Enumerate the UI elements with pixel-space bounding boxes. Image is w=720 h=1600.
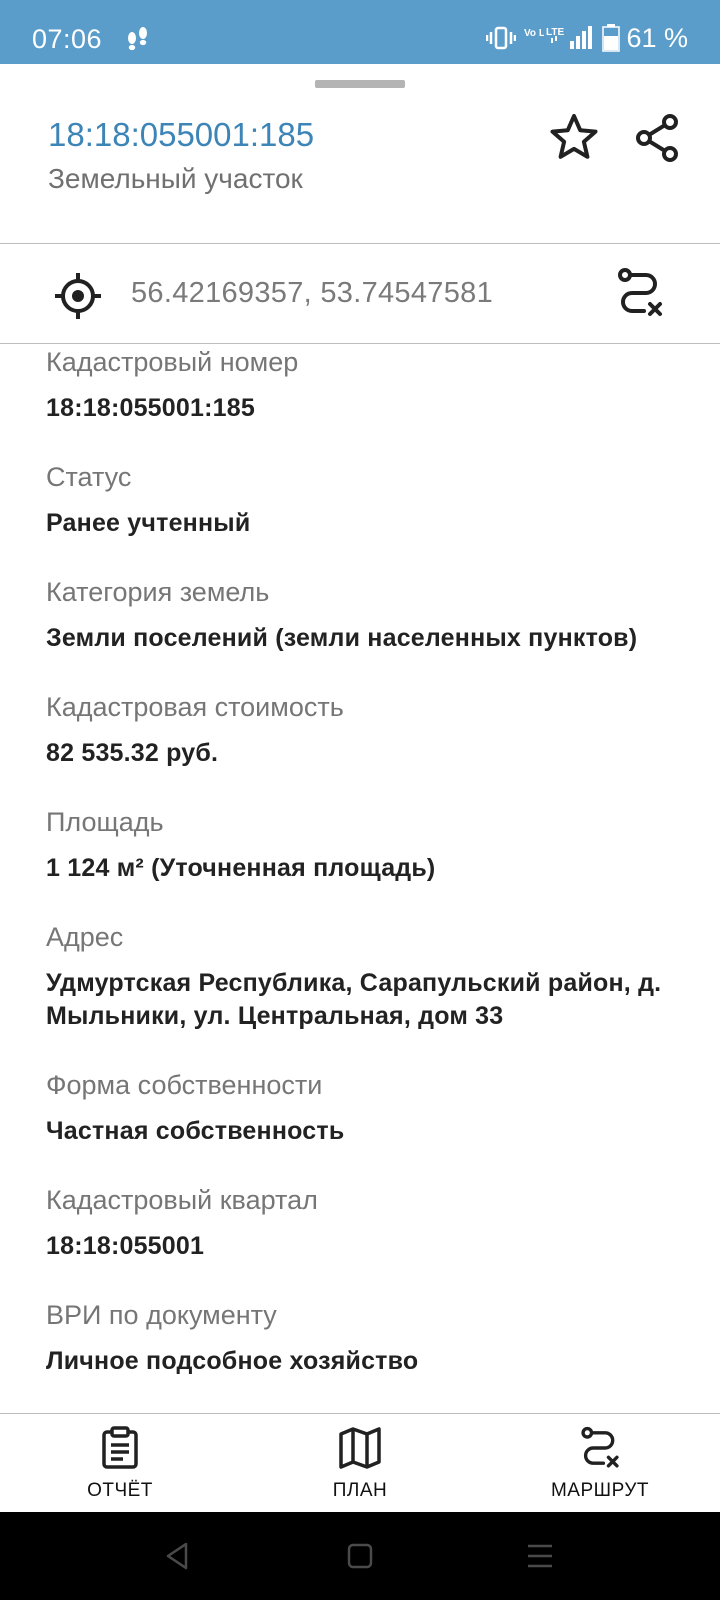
detail-cadastral-cost: Кадастровая стоимость 82 535.32 руб.: [46, 691, 706, 770]
detail-cadastral-number: Кадастровый номер 18:18:055001:185: [46, 346, 706, 425]
report-button[interactable]: ОТЧЁТ: [40, 1426, 200, 1502]
detail-label: Кадастровая стоимость: [46, 692, 344, 722]
detail-permitted-use: ВРИ по документу Личное подсобное хозяйс…: [46, 1299, 706, 1378]
detail-value: 1 124 м² (Уточненная площадь): [46, 854, 436, 882]
report-label: ОТЧЁТ: [87, 1480, 153, 1501]
detail-value: 18:18:055001: [46, 1232, 205, 1260]
header-divider: [0, 243, 720, 244]
detail-label: Кадастровый номер: [46, 347, 299, 377]
detail-label: ВРИ по документу: [46, 1300, 277, 1330]
object-type-subtitle: Земельный участок: [48, 163, 303, 194]
clipboard-report-icon: [102, 1426, 138, 1469]
detail-address: Адрес Удмуртская Республика, Сарапульски…: [46, 921, 706, 1033]
status-time: 07:06: [32, 24, 103, 54]
route-button[interactable]: МАРШРУТ: [520, 1426, 680, 1502]
status-indicators: Vo LTE LTE 61 %: [486, 22, 688, 54]
route-remove-icon[interactable]: [614, 267, 666, 319]
detail-label: Категория земель: [46, 577, 270, 607]
crosshair-icon[interactable]: [52, 270, 104, 322]
volte-label: Vo LTE: [524, 28, 544, 39]
volte-icon: Vo LTE: [524, 28, 544, 39]
plan-label: ПЛАН: [332, 1480, 388, 1501]
detail-value: 18:18:055001:185: [46, 394, 255, 422]
detail-value: Ранее учтенный: [46, 509, 251, 537]
detail-value: Частная собственность: [46, 1117, 345, 1145]
detail-ownership-form: Форма собственности Частная собственност…: [46, 1069, 706, 1148]
plan-button[interactable]: ПЛАН: [280, 1426, 440, 1502]
detail-land-category: Категория земель Земли поселений (земли …: [46, 576, 706, 655]
detail-value: 82 535.32 руб.: [46, 739, 219, 767]
star-outline-icon[interactable]: [548, 112, 600, 164]
recents-lines-icon[interactable]: [524, 1540, 556, 1572]
sheet-drag-handle[interactable]: [315, 80, 405, 88]
home-square-icon[interactable]: [344, 1540, 376, 1572]
detail-label: Площадь: [46, 807, 164, 837]
detail-label: Статус: [46, 462, 132, 492]
vibrate-icon: [486, 26, 517, 50]
route-remove-icon: [581, 1426, 619, 1468]
bottom-action-bar: ОТЧЁТ ПЛАН МАРШРУТ: [0, 1413, 720, 1512]
details-list: Кадастровый номер 18:18:055001:185 Стату…: [46, 346, 706, 1414]
footsteps-icon: [128, 27, 147, 51]
back-triangle-icon[interactable]: [162, 1540, 194, 1572]
map-icon: [339, 1427, 381, 1469]
detail-value: Личное подсобное хозяйство: [46, 1347, 419, 1375]
battery-percent: 61 %: [626, 22, 688, 53]
detail-status: Статус Ранее учтенный: [46, 461, 706, 540]
battery-icon: [602, 24, 621, 52]
lte-signal-icon: LTE: [546, 26, 593, 49]
detail-value: Удмуртская Республика, Сарапульский райо…: [46, 969, 662, 1030]
status-bar: 07:06 Vo LTE LTE 61 %: [0, 0, 720, 64]
detail-label: Форма собственности: [46, 1070, 323, 1100]
detail-area: Площадь 1 124 м² (Уточненная площадь): [46, 806, 706, 885]
coordinates-value[interactable]: 56.42169357, 53.74547581: [131, 277, 493, 310]
cadastral-title: 18:18:055001:185: [48, 116, 315, 153]
coords-divider: [0, 343, 720, 344]
detail-value: Земли поселений (земли населенных пункто…: [46, 624, 638, 652]
share-icon[interactable]: [632, 112, 684, 164]
route-label: МАРШРУТ: [550, 1480, 650, 1501]
detail-cadastral-quarter: Кадастровый квартал 18:18:055001: [46, 1184, 706, 1263]
detail-label: Адрес: [46, 922, 124, 952]
system-navigation-bar: [0, 1512, 720, 1600]
detail-label: Кадастровый квартал: [46, 1185, 318, 1215]
